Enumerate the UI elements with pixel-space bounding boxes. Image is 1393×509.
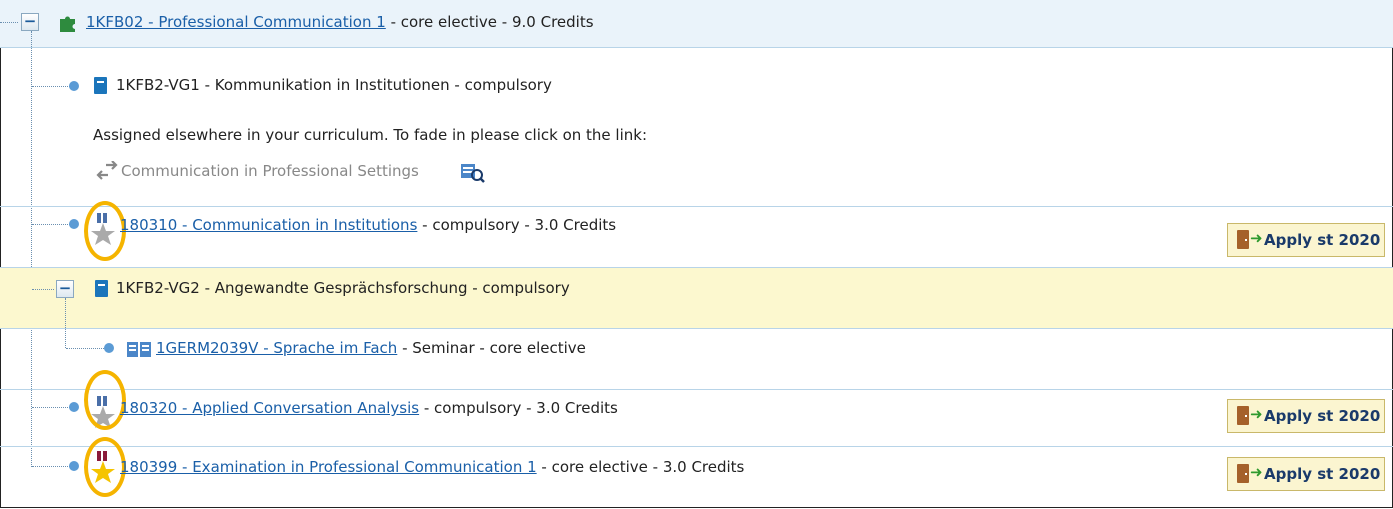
tree-connector: [32, 224, 72, 225]
node-dot: [69, 81, 79, 91]
book-icon: [95, 280, 108, 297]
vg2-row: − 1KFB2-VG2 - Angewandte Gesprächsforsch…: [0, 268, 1393, 348]
module-link[interactable]: 1KFB02 - Professional Communication 1: [86, 13, 386, 31]
lecture-meta: - Seminar - core elective: [397, 339, 586, 357]
apply-button[interactable]: ➜ Apply st 2020: [1227, 399, 1385, 433]
door-icon: [1237, 406, 1249, 425]
open-book-icon: [127, 342, 151, 357]
course-link[interactable]: 180310 - Communication in Institutions: [120, 216, 417, 234]
apply-label: Apply st 2020: [1264, 465, 1381, 483]
node-dot: [69, 402, 79, 412]
vg1-row: 1KFB2-VG1 - Kommunikation in Institution…: [0, 48, 1393, 206]
lecture-link[interactable]: 1GERM2039V - Sprache im Fach: [156, 339, 397, 357]
apply-label: Apply st 2020: [1264, 231, 1381, 249]
vg1-title: 1KFB2-VG1 - Kommunikation in Institution…: [116, 76, 552, 94]
course-link[interactable]: 180320 - Applied Conversation Analysis: [120, 399, 419, 417]
arrow-icon: ➜: [1250, 463, 1263, 481]
swap-arrows-icon: [96, 161, 118, 180]
node-dot: [69, 461, 79, 471]
collapse-toggle[interactable]: −: [56, 280, 74, 298]
lecture-row: 1GERM2039V - Sprache im Fach - Seminar -…: [0, 329, 1393, 389]
vg2-title: 1KFB2-VG2 - Angewandte Gesprächsforschun…: [116, 279, 570, 297]
book-icon: [94, 77, 107, 94]
apply-button[interactable]: ➜ Apply st 2020: [1227, 223, 1385, 257]
course-row: 180310 - Communication in Institutions -…: [0, 201, 1393, 267]
apply-button[interactable]: ➜ Apply st 2020: [1227, 457, 1385, 491]
door-icon: [1237, 464, 1249, 483]
course-meta: - compulsory - 3.0 Credits: [419, 399, 618, 417]
course-link[interactable]: 180399 - Examination in Professional Com…: [120, 458, 537, 476]
arrow-icon: ➜: [1250, 229, 1263, 247]
door-icon: [1237, 230, 1249, 249]
puzzle-icon: [60, 16, 75, 32]
tree-connector: [32, 86, 72, 87]
course-row: 180399 - Examination in Professional Com…: [0, 437, 1393, 507]
tree-connector: [32, 466, 72, 467]
collapse-toggle[interactable]: −: [21, 13, 39, 31]
node-dot: [104, 343, 114, 353]
magnifier-icon[interactable]: [460, 162, 486, 184]
arrow-icon: ➜: [1250, 405, 1263, 423]
tree-connector: [66, 348, 106, 349]
tree-connector: [32, 407, 72, 408]
course-row: 180320 - Applied Conversation Analysis -…: [0, 370, 1393, 446]
module-header-row: − 1KFB02 - Professional Communication 1 …: [0, 0, 1393, 47]
course-meta: - core elective - 3.0 Credits: [536, 458, 745, 476]
tree-connector: [0, 22, 18, 23]
assigned-note: Assigned elsewhere in your curriculum. T…: [93, 126, 648, 144]
apply-label: Apply st 2020: [1264, 407, 1381, 425]
node-dot: [69, 219, 79, 229]
course-meta: - compulsory - 3.0 Credits: [417, 216, 617, 234]
fade-in-link[interactable]: Communication in Professional Settings: [121, 162, 419, 180]
tree-connector: [32, 289, 54, 290]
module-meta: - core elective - 9.0 Credits: [385, 13, 594, 31]
